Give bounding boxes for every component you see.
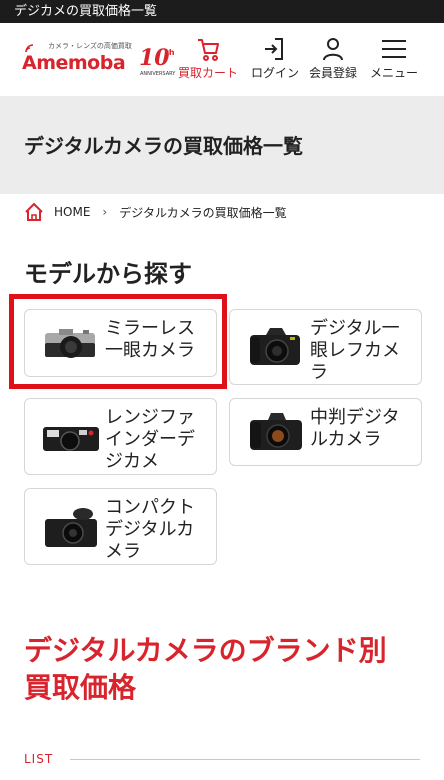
mirrorless-camera-icon [45,329,95,358]
rangefinder-camera-icon [43,426,99,451]
nav-register-button[interactable]: 会員登録 [309,35,357,81]
login-icon [265,38,283,60]
logo-tagline: カメラ・レンズの高価買取 [48,42,132,50]
model-card-rangefinder[interactable]: レンジファインダーデジカメ [24,398,217,475]
topbar-title: デジカメの買取価格一覧 [14,4,158,19]
site-logo[interactable]: カメラ・レンズの高価買取 Amemoba 10 th ANNIVERSARY [22,41,176,81]
nav-menu-button[interactable]: メニュー [370,35,418,81]
breadcrumb-home-link[interactable]: HOME [54,205,90,219]
site-header: カメラ・レンズの高価買取 Amemoba 10 th ANNIVERSARY 買… [0,23,444,96]
home-icon[interactable] [24,202,44,222]
page-title-band: デジタルカメラの買取価格一覧 [0,96,444,194]
nav-cart-button[interactable]: 買取カート [178,35,238,81]
logo-anniversary-text: ANNIVERSARY [140,71,176,77]
nav-login-button[interactable]: ログイン [251,35,299,81]
logo-name: Amemoba [22,52,126,74]
models-heading: モデルから探す [24,260,192,288]
medium-format-camera-icon [250,413,302,450]
model-card-compact[interactable]: コンパクトデジタルカメラ [24,488,217,565]
breadcrumb-current: デジタルカメラの買取価格一覧 [119,205,287,220]
model-card-medium-format[interactable]: 中判デジタルカメラ [229,398,422,466]
page-title: デジタルカメラの買取価格一覧 [24,134,303,158]
breadcrumb: HOME › デジタルカメラの買取価格一覧 [24,201,287,223]
chevron-right-icon: › [102,205,108,219]
dslr-camera-icon [250,328,300,365]
cart-icon [198,39,219,61]
model-card-dslr[interactable]: デジタル一眼レフカメラ [229,309,422,385]
logo-anniversary-suffix: th [165,48,175,57]
brands-heading: デジタルカメラのブランド別 買取価格 [24,632,424,706]
model-card-label: レンジファインダーデジカメ [105,407,195,472]
divider [70,759,420,760]
nav-menu-label: メニュー [370,66,419,80]
model-card-label: 中判デジタルカメラ [310,407,400,450]
model-card-label: デジタル一眼レフカメラ [310,318,400,383]
nav-register-label: 会員登録 [309,66,358,80]
top-bar: デジカメの買取価格一覧 [0,0,444,23]
brands-heading-line1: デジタルカメラのブランド別 [24,634,387,667]
user-icon [323,38,343,61]
model-card-label: ミラーレス一眼カメラ [105,318,195,361]
nav-login-label: ログイン [251,66,300,80]
model-card-mirrorless[interactable]: ミラーレス一眼カメラ [24,309,217,377]
compact-camera-icon [45,507,97,547]
hamburger-menu-icon [382,40,406,58]
model-card-label: コンパクトデジタルカメラ [105,497,195,562]
nav-cart-label: 買取カート [178,66,239,80]
brands-heading-line2: 買取価格 [24,671,137,704]
brands-sub-label: LIST [24,752,54,766]
